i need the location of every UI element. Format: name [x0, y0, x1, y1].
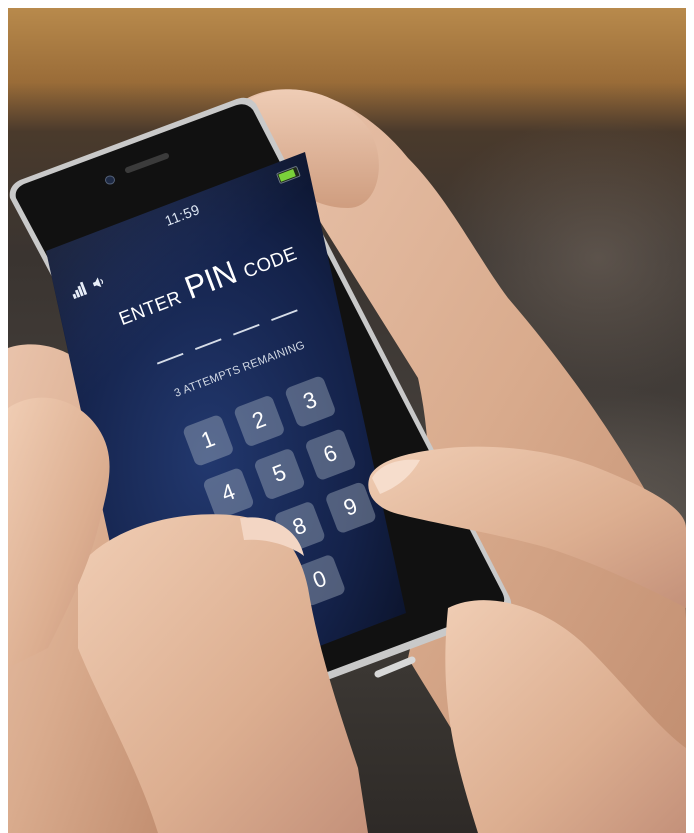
pin-slot	[271, 309, 298, 322]
key-8[interactable]: 8	[273, 500, 327, 554]
key-5[interactable]: 5	[253, 447, 306, 501]
key-2[interactable]: 2	[232, 394, 286, 448]
home-button	[374, 656, 416, 678]
battery-icon	[276, 165, 301, 185]
speaker-icon	[92, 277, 104, 288]
key-0[interactable]: 0	[293, 553, 347, 607]
pin-slot	[194, 338, 222, 351]
signal-icon	[69, 281, 88, 300]
key-6[interactable]: 6	[304, 427, 358, 482]
pin-title-main: PIN	[180, 254, 242, 307]
key-4[interactable]: 4	[202, 466, 255, 521]
key-1[interactable]: 1	[181, 413, 235, 468]
front-camera	[105, 175, 115, 185]
photo: 11:59 ENTER PIN CODE 3 ATTEMPTS REMAININ…	[8, 8, 686, 833]
key-3[interactable]: 3	[283, 374, 337, 429]
pin-title-suffix: CODE	[240, 243, 300, 283]
status-time: 11:59	[162, 201, 203, 230]
pin-slot	[233, 323, 260, 336]
pin-keypad: 1 2 3 4 5 6 8 9 0	[181, 374, 398, 628]
key-9[interactable]: 9	[324, 480, 378, 535]
pin-title-prefix: ENTER	[116, 287, 185, 330]
pin-slot	[156, 352, 184, 365]
